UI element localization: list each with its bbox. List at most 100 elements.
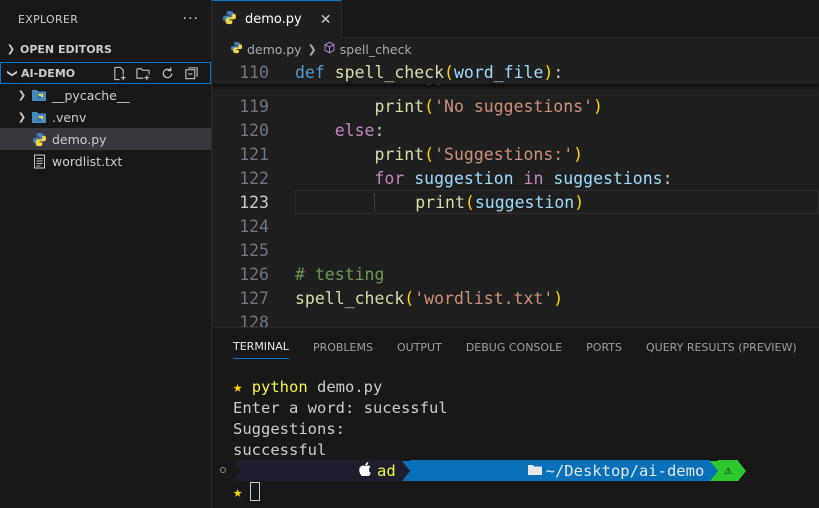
terminal[interactable]: ★ python demo.py Enter a word: sucessful… [212,376,819,502]
circle-indicator-icon [220,467,226,473]
chevron-right-icon: ❯ [17,111,27,123]
breadcrumb: demo.py ❯ spell_check [212,38,819,60]
python-icon [222,10,237,29]
prompt-separator [710,460,719,481]
open-editors-label: OPEN EDITORS [20,42,112,56]
breadcrumb-file[interactable]: demo.py [247,42,302,57]
code-line-128[interactable]: 128 [212,310,819,328]
text-file-icon [30,153,48,169]
tree-item-wordlist[interactable]: wordlist.txt [0,150,211,172]
workspace-folder-label: AI-DEMO [21,66,76,80]
chevron-right-icon: ❯ [307,42,317,56]
tree-item-label: wordlist.txt [52,153,123,169]
warning-icon: ⚠ [724,463,733,478]
editor-tab-bar: demo.py ✕ [212,0,819,38]
workspace-folder-header[interactable]: ❯ AI-DEMO [0,62,211,84]
code-line: # testing [295,264,385,284]
code-line-125[interactable]: 125 [212,238,819,262]
tree-item-label: __pycache__ [52,87,130,103]
new-file-icon[interactable] [110,64,128,82]
code-line: if len(suggestions) == 0: [269,84,583,85]
chevron-right-icon: ❯ [17,89,27,101]
line-number: 119 [239,96,269,116]
prompt-user: ad [376,461,396,480]
bottom-panel: TERMINAL PROBLEMS OUTPUT DEBUG CONSOLE P… [212,327,819,508]
terminal-command-line: ★ python demo.py [212,376,819,397]
code-line-119[interactable]: 119 print('No suggestions') [212,94,819,118]
python-icon [30,131,48,147]
sticky-scroll-line[interactable]: 110 def spell_check(word_file): [212,60,819,84]
line-number: 127 [239,288,269,308]
code-editor[interactable]: 110 def spell_check(word_file): 118 if l… [212,60,819,327]
command-word: python [251,377,308,396]
code-line: else: [334,120,385,140]
line-number: 123 [239,192,269,212]
chevron-right-icon: ❯ [6,43,16,55]
terminal-cursor [250,482,261,501]
tab-demo-py[interactable]: demo.py ✕ [212,0,343,38]
code-line-120[interactable]: 120 else: [212,118,819,142]
collapse-all-icon[interactable] [182,64,200,82]
breadcrumb-symbol[interactable]: spell_check [340,42,412,57]
prompt-user-segment: ad [233,460,402,481]
line-number: 124 [239,216,269,236]
prompt-separator [401,460,410,481]
line-number: 121 [239,144,269,164]
code-line: for suggestion in suggestions: [374,168,673,188]
refresh-icon[interactable] [158,64,176,82]
symbol-method-icon [323,41,336,57]
folder-python-icon [30,87,48,103]
explorer-header: EXPLORER ··· [0,0,211,38]
tree-item-pycache[interactable]: ❯ __pycache__ [0,84,211,106]
tab-output[interactable]: OUTPUT [397,328,442,366]
code-line-127[interactable]: 127 spell_check('wordlist.txt') [212,286,819,310]
prompt-segments: ad ~/Desktop/ai-demo ⚠ [233,460,747,481]
line-number: 120 [239,120,269,140]
line-number: 125 [239,240,269,260]
terminal-prompt: ad ~/Desktop/ai-demo ⚠ [212,460,819,481]
code-line: spell_check('wordlist.txt') [295,288,564,308]
more-actions-button[interactable]: ··· [183,11,199,27]
code-line: print(suggestion) [269,192,584,212]
tab-label: demo.py [245,12,302,27]
python-icon [230,41,243,57]
tab-ports[interactable]: PORTS [586,328,622,366]
terminal-output-line: Enter a word: sucessful [233,398,448,417]
tree-item-label: .venv [52,109,87,125]
command-args: demo.py [307,377,383,396]
line-number: 110 [239,62,269,82]
code-line-121[interactable]: 121 print('Suggestions:') [212,142,819,166]
tab-terminal[interactable]: TERMINAL [233,335,289,359]
line-number: 122 [239,168,269,188]
prompt-status-segment: ⚠ [718,460,739,481]
new-folder-icon[interactable] [134,64,152,82]
open-editors-section[interactable]: ❯ OPEN EDITORS [0,38,211,60]
tab-debug-console[interactable]: DEBUG CONSOLE [466,328,562,366]
explorer-sidebar: EXPLORER ··· ❯ OPEN EDITORS ❯ AI-DEMO ❯ [0,0,212,508]
tree-item-venv[interactable]: ❯ .venv [0,106,211,128]
close-icon[interactable]: ✕ [320,12,332,28]
star-icon: ★ [233,377,243,396]
line-number: 126 [239,264,269,284]
folder-actions [110,64,210,82]
terminal-output-line: Suggestions: [233,419,345,438]
folder-python-icon [30,109,48,125]
tab-problems[interactable]: PROBLEMS [313,328,373,366]
star-icon: ★ [233,482,243,501]
code-line-123[interactable]: 123 print(suggestion) [212,190,819,214]
editor-group: demo.py ✕ demo.py ❯ spell_check 110 def … [212,0,819,327]
prompt-path: ~/Desktop/ai-demo [545,461,705,480]
line-number: 128 [239,312,269,328]
explorer-title: EXPLORER [18,12,79,26]
code-line-118[interactable]: 118 if len(suggestions) == 0: [212,84,819,94]
prompt-path-segment: ~/Desktop/ai-demo [409,460,711,481]
code-line: print('No suggestions') [374,96,603,116]
code-line-122[interactable]: 122 for suggestion in suggestions: [212,166,819,190]
code-line-124[interactable]: 124 [212,214,819,238]
tree-item-label: demo.py [52,131,107,147]
prompt-separator [738,460,747,481]
tree-item-demo-py[interactable]: demo.py [0,128,211,150]
tab-query-results[interactable]: QUERY RESULTS (PREVIEW) [646,328,797,366]
folder-icon [416,444,542,498]
code-line-126[interactable]: 126 # testing [212,262,819,286]
